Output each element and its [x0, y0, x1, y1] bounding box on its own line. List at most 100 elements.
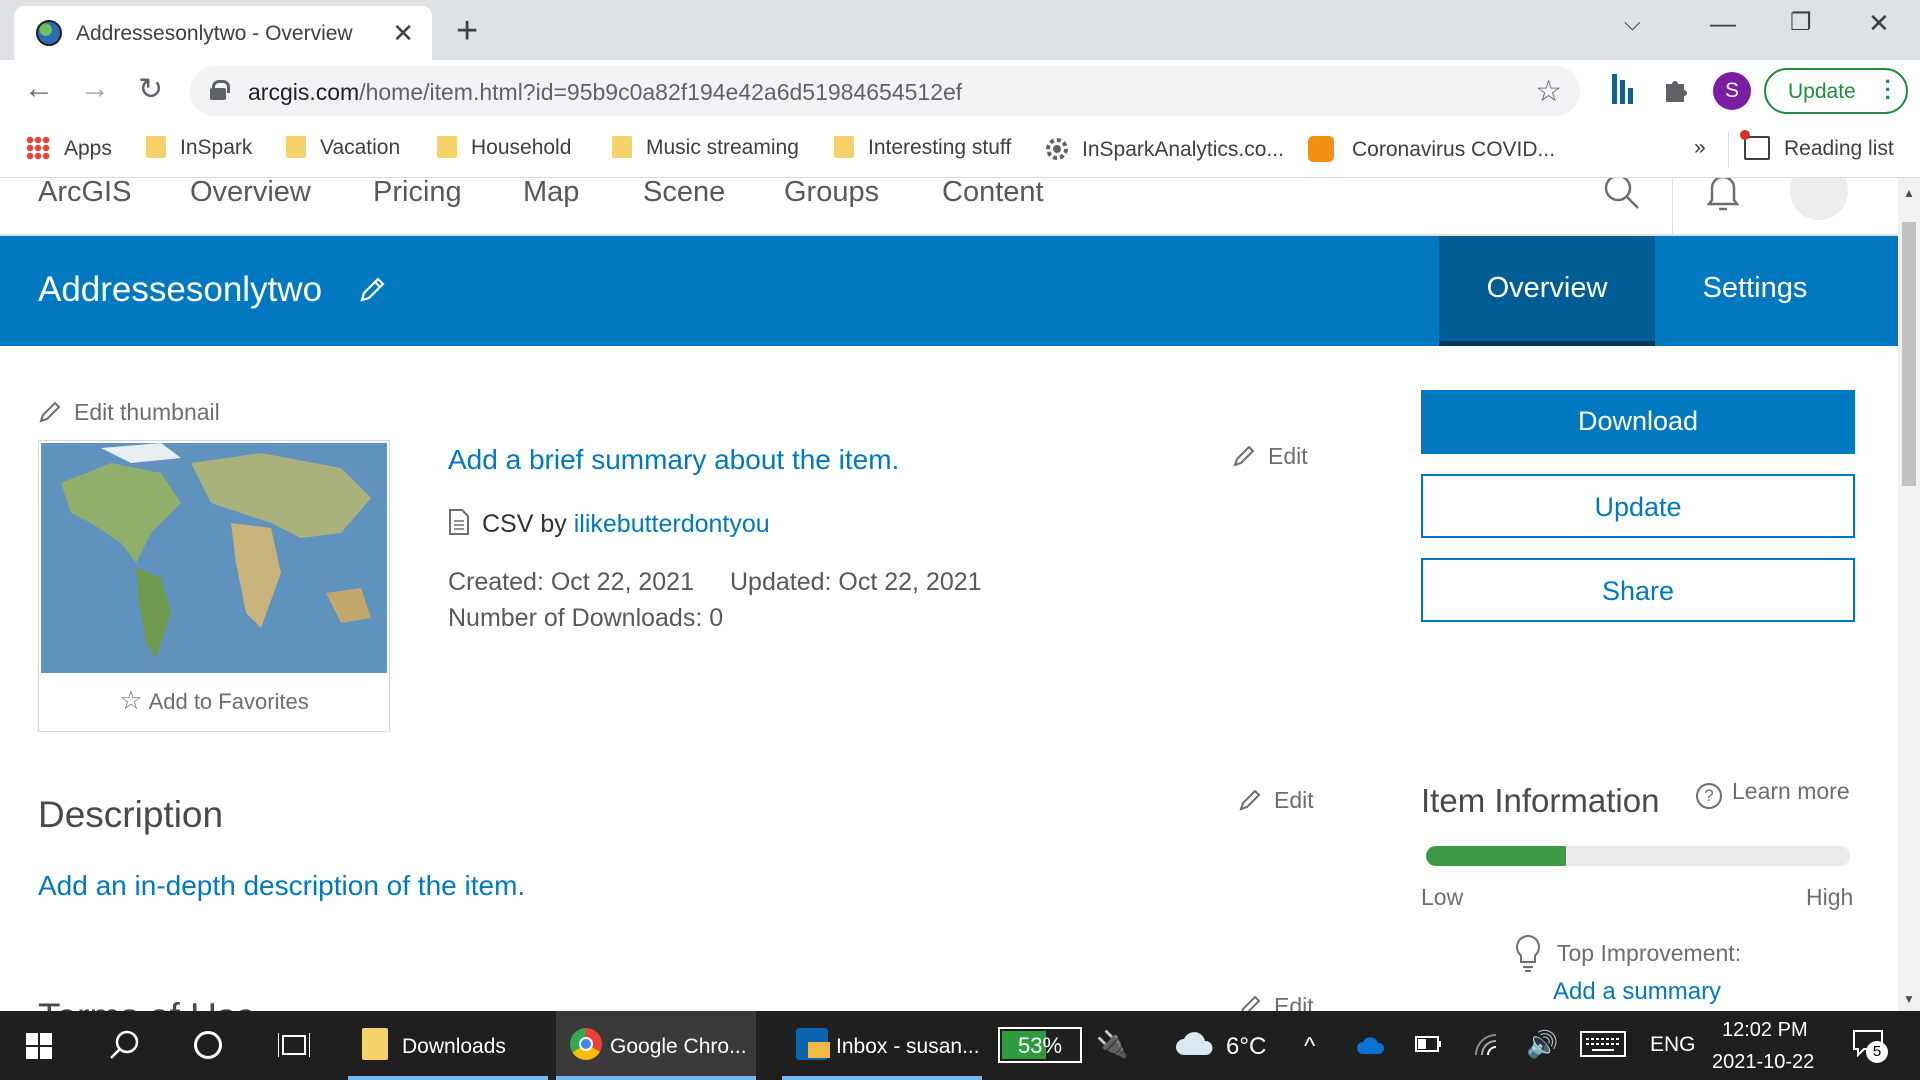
bookmark-apps[interactable]: Apps — [26, 136, 112, 161]
folder-icon — [834, 136, 854, 158]
search-icon[interactable] — [108, 1029, 140, 1080]
edit-summary-button[interactable]: Edit — [1232, 442, 1308, 470]
item-type-prefix: CSV by — [482, 510, 567, 538]
address-bar[interactable]: arcgis.com/home/item.html?id=95b9c0a82f1… — [190, 66, 1580, 116]
reload-button[interactable]: ↻ — [138, 72, 163, 107]
cortana-icon[interactable] — [194, 1031, 222, 1059]
share-button[interactable]: Share — [1421, 558, 1855, 622]
taskbar-app-label: Inbox - susan... — [836, 1035, 980, 1058]
notifications-bell-icon[interactable] — [1706, 178, 1740, 217]
nav-pricing[interactable]: Pricing — [373, 178, 462, 209]
tab-settings[interactable]: Settings — [1655, 236, 1855, 346]
chrome-update-button[interactable]: Update · · · — [1764, 68, 1908, 114]
scroll-up-arrow-icon[interactable]: ▲ — [1903, 186, 1915, 200]
more-menu-icon[interactable]: · · · — [1885, 71, 1892, 109]
pencil-icon — [1241, 995, 1261, 1011]
lock-icon — [210, 80, 230, 100]
nav-map[interactable]: Map — [523, 178, 579, 209]
close-tab-icon[interactable]: ✕ — [392, 18, 414, 49]
page-scrollbar[interactable]: ▲ ▼ — [1898, 178, 1920, 1011]
bookmark-folder-household[interactable]: Household — [437, 136, 571, 160]
edit-thumbnail-link[interactable]: Edit thumbnail — [38, 398, 220, 426]
extension-chart-icon[interactable] — [1612, 74, 1634, 109]
battery-tray-icon[interactable] — [1414, 1031, 1442, 1061]
nav-overview[interactable]: Overview — [190, 178, 311, 209]
notification-center-icon[interactable]: 5 — [1852, 1029, 1888, 1063]
restore-button[interactable]: ❐ — [1790, 8, 1812, 37]
download-button[interactable]: Download — [1421, 390, 1855, 454]
battery-percent: 53% — [1017, 1033, 1063, 1058]
nav-content[interactable]: Content — [942, 178, 1044, 209]
add-to-favorites-button[interactable]: ☆ Add to Favorites — [39, 685, 389, 716]
wifi-icon[interactable] — [1474, 1033, 1500, 1063]
new-tab-button[interactable]: + — [456, 10, 478, 53]
notification-count-badge: 5 — [1866, 1041, 1888, 1063]
volume-icon[interactable]: 🔊 — [1526, 1029, 1558, 1060]
created-date: Created: Oct 22, 2021 — [448, 568, 694, 596]
bookmark-star-icon[interactable]: ☆ — [1535, 74, 1562, 109]
nav-scene[interactable]: Scene — [643, 178, 725, 209]
add-summary-link[interactable]: Add a brief summary about the item. — [448, 444, 899, 476]
bookmark-label: Apps — [64, 137, 112, 160]
windows-start-icon[interactable] — [26, 1033, 52, 1080]
item-info-progress-bar — [1426, 846, 1850, 866]
bookmark-folder-interesting[interactable]: Interesting stuff — [834, 136, 1011, 160]
user-avatar[interactable] — [1790, 178, 1848, 220]
scrollbar-thumb[interactable] — [1902, 222, 1916, 486]
keyboard-icon[interactable] — [1580, 1031, 1626, 1063]
clock-date[interactable]: 2021-10-22 — [1712, 1051, 1814, 1074]
onedrive-cloud-icon[interactable] — [1356, 1035, 1386, 1061]
add-summary-improvement-link[interactable]: Add a summary — [1553, 978, 1721, 1006]
taskbar-app-outlook[interactable]: Inbox - susan... — [782, 1011, 982, 1080]
bookmark-folder-inspark[interactable]: InSpark — [146, 136, 252, 160]
weather-temperature[interactable]: 6°C — [1226, 1033, 1266, 1061]
bookmarks-bar: Apps InSpark Vacation Household Music st… — [0, 122, 1920, 178]
edit-label: Edit — [1274, 787, 1314, 813]
edit-description-button[interactable]: Edit — [1238, 786, 1314, 814]
progress-low-label: Low — [1421, 884, 1464, 910]
edit-title-pencil-icon[interactable] — [358, 274, 388, 309]
cloud-weather-icon[interactable] — [1174, 1029, 1214, 1063]
taskbar-app-chrome[interactable]: Google Chro... — [556, 1011, 756, 1080]
item-type-line: CSV by ilikebutterdontyou — [448, 508, 770, 543]
input-language[interactable]: ENG — [1650, 1033, 1696, 1057]
more-bookmarks-icon[interactable]: » — [1694, 136, 1706, 160]
task-view-icon[interactable] — [277, 1031, 311, 1080]
bookmark-folder-music[interactable]: Music streaming — [612, 136, 799, 160]
tab-overview[interactable]: Overview — [1439, 236, 1655, 346]
bookmark-coronavirus[interactable]: Coronavirus COVID... — [1308, 136, 1555, 162]
update-button[interactable]: Update — [1421, 474, 1855, 538]
nav-groups[interactable]: Groups — [784, 178, 879, 209]
back-button[interactable]: ← — [24, 72, 54, 106]
top-improvement-label: Top Improvement: — [1557, 940, 1742, 966]
edit-label: Edit — [1268, 443, 1308, 469]
folder-icon — [362, 1028, 388, 1060]
nav-divider — [1672, 178, 1673, 236]
reading-list-button[interactable]: Reading list — [1740, 130, 1894, 161]
clock-time[interactable]: 12:02 PM — [1722, 1019, 1808, 1042]
learn-more-link[interactable]: ? Learn more — [1696, 778, 1850, 809]
edit-terms-button[interactable]: Edit — [1238, 992, 1314, 1011]
url-text[interactable]: arcgis.com/home/item.html?id=95b9c0a82f1… — [248, 79, 962, 106]
add-description-link[interactable]: Add an in-depth description of the item. — [38, 870, 525, 902]
forward-button[interactable]: → — [80, 72, 110, 106]
battery-meter[interactable]: 53% — [998, 1027, 1082, 1063]
profile-avatar[interactable]: S — [1713, 72, 1751, 110]
owner-link[interactable]: ilikebutterdontyou — [574, 510, 770, 538]
tab-search-icon[interactable]: ⌵ — [1624, 10, 1641, 36]
bookmark-folder-vacation[interactable]: Vacation — [286, 136, 400, 160]
terms-of-use-heading: Terms of Use — [38, 996, 256, 1011]
scroll-down-arrow-icon[interactable]: ▼ — [1903, 992, 1915, 1006]
chevron-up-icon[interactable]: ^ — [1304, 1033, 1315, 1061]
extensions-puzzle-icon[interactable] — [1662, 76, 1690, 109]
minimize-button[interactable]: — — [1710, 8, 1736, 39]
item-info-progress-fill — [1426, 846, 1566, 866]
bookmark-insparkanalytics[interactable]: InSparkAnalytics.co... — [1044, 136, 1284, 162]
tab-title: Addressesonlytwo - Overview — [76, 22, 353, 45]
nav-arcgis-home[interactable]: ArcGIS — [38, 178, 131, 209]
browser-tab[interactable]: Addressesonlytwo - Overview ✕ — [14, 6, 432, 60]
close-window-button[interactable]: ✕ — [1868, 8, 1890, 39]
help-circle-icon: ? — [1696, 783, 1722, 809]
taskbar-app-downloads[interactable]: Downloads — [348, 1011, 548, 1080]
search-icon[interactable] — [1602, 178, 1642, 217]
